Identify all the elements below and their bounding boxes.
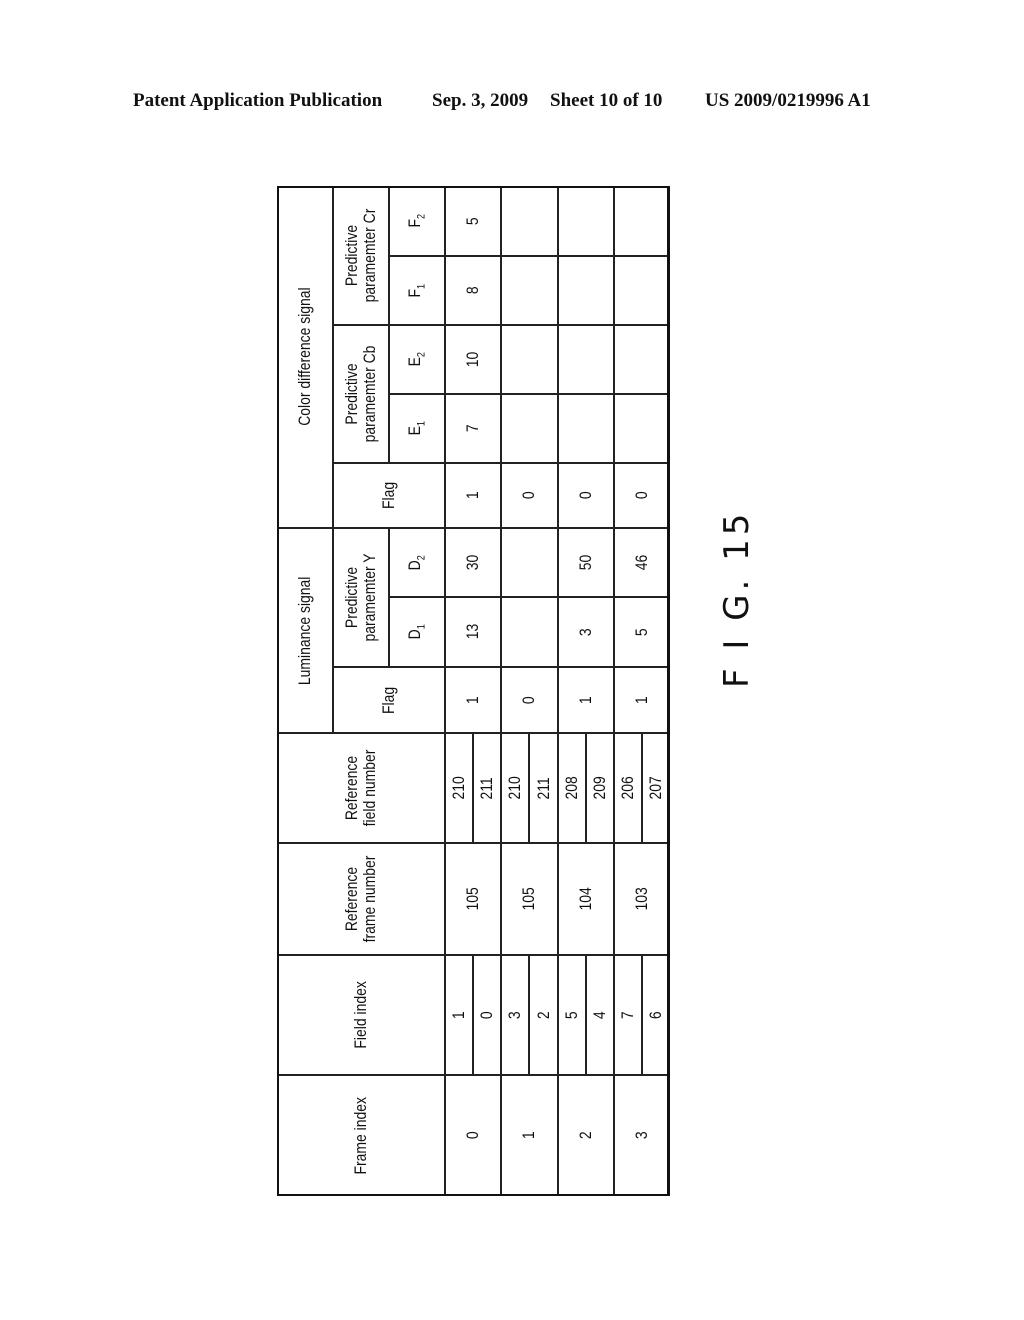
publication-date: Sep. 3, 2009 [432,90,529,111]
cell-d2: 30 [445,528,502,597]
header-d2: D2 [389,528,445,597]
cell-f1 [501,256,558,325]
cell-reference-field-number: 210 [501,733,530,843]
cell-color-flag: 0 [557,463,614,528]
cell-color-flag: 0 [613,463,670,528]
cell-reference-field-number: 210 [445,733,474,843]
cell-d1: 13 [445,597,502,667]
cell-reference-frame-number: 104 [557,843,614,955]
cell-frame-index: 1 [501,1075,558,1196]
header-d1: D1 [389,597,445,667]
cell-f1 [557,256,614,325]
header-reference-field-number: Reference field number [277,733,445,843]
cell-f2 [557,186,614,256]
header-f1: F1 [389,256,445,325]
cell-f2 [501,186,558,256]
cell-reference-field-number: 208 [557,733,586,843]
cell-field-index: 1 [445,955,474,1075]
cell-e1 [613,394,670,463]
header-predictive-parameter-cb: Predictive paramemter Cb [333,325,389,463]
cell-e2 [613,325,670,394]
cell-reference-field-number: 211 [529,733,558,843]
header-e2: E2 [389,325,445,394]
sheet-number: Sheet 10 of 10 [550,90,663,111]
cell-f1: 8 [445,256,502,325]
cell-field-index: 0 [473,955,502,1075]
cell-d1: 5 [613,597,670,667]
cell-reference-frame-number: 105 [445,843,502,955]
cell-d2: 50 [557,528,614,597]
header-luminance-signal: Luminance signal [277,528,333,733]
figure-label: F I G. 15 [717,509,757,688]
cell-reference-field-number: 206 [613,733,642,843]
cell-reference-field-number: 211 [473,733,502,843]
cell-field-index: 5 [557,955,586,1075]
cell-e2 [501,325,558,394]
cell-color-flag: 1 [445,463,502,528]
header-color-flag: Flag [333,463,445,528]
header-e1: E1 [389,394,445,463]
cell-e1 [557,394,614,463]
header-luminance-flag: Flag [333,667,445,733]
cell-d2 [501,528,558,597]
patent-number: US 2009/0219996 A1 [705,90,871,111]
cell-color-flag: 0 [501,463,558,528]
cell-field-index: 4 [585,955,614,1075]
header-predictive-parameter-y: Predictive paramemter Y [333,528,389,667]
cell-reference-field-number: 209 [585,733,614,843]
cell-f2 [613,186,670,256]
cell-frame-index: 0 [445,1075,502,1196]
header-color-difference-signal: Color difference signal [277,186,333,528]
cell-reference-frame-number: 105 [501,843,558,955]
cell-e1: 7 [445,394,502,463]
header-predictive-parameter-cr: Predictive paramemter Cr [333,186,389,325]
cell-reference-field-number: 207 [641,733,670,843]
cell-e2 [557,325,614,394]
parameter-table: Frame index Field index Reference frame nu… [277,186,670,1196]
cell-e2: 10 [445,325,502,394]
cell-luminance-flag: 1 [445,667,502,733]
cell-d2: 46 [613,528,670,597]
cell-f1 [613,256,670,325]
header-frame-index: Frame index [277,1075,445,1196]
header-field-index: Field index [277,955,445,1075]
publication-title: Patent Application Publication [133,90,383,111]
cell-e1 [501,394,558,463]
cell-f2: 5 [445,186,502,256]
cell-d1 [501,597,558,667]
cell-d1: 3 [557,597,614,667]
cell-frame-index: 3 [613,1075,670,1196]
cell-reference-frame-number: 103 [613,843,670,955]
cell-field-index: 6 [641,955,670,1075]
header-reference-frame-number: Reference frame number [277,843,445,955]
cell-luminance-flag: 0 [501,667,558,733]
cell-field-index: 2 [529,955,558,1075]
cell-field-index: 7 [613,955,642,1075]
cell-luminance-flag: 1 [613,667,670,733]
cell-frame-index: 2 [557,1075,614,1196]
cell-luminance-flag: 1 [557,667,614,733]
cell-field-index: 3 [501,955,530,1075]
header-f2: F2 [389,186,445,256]
